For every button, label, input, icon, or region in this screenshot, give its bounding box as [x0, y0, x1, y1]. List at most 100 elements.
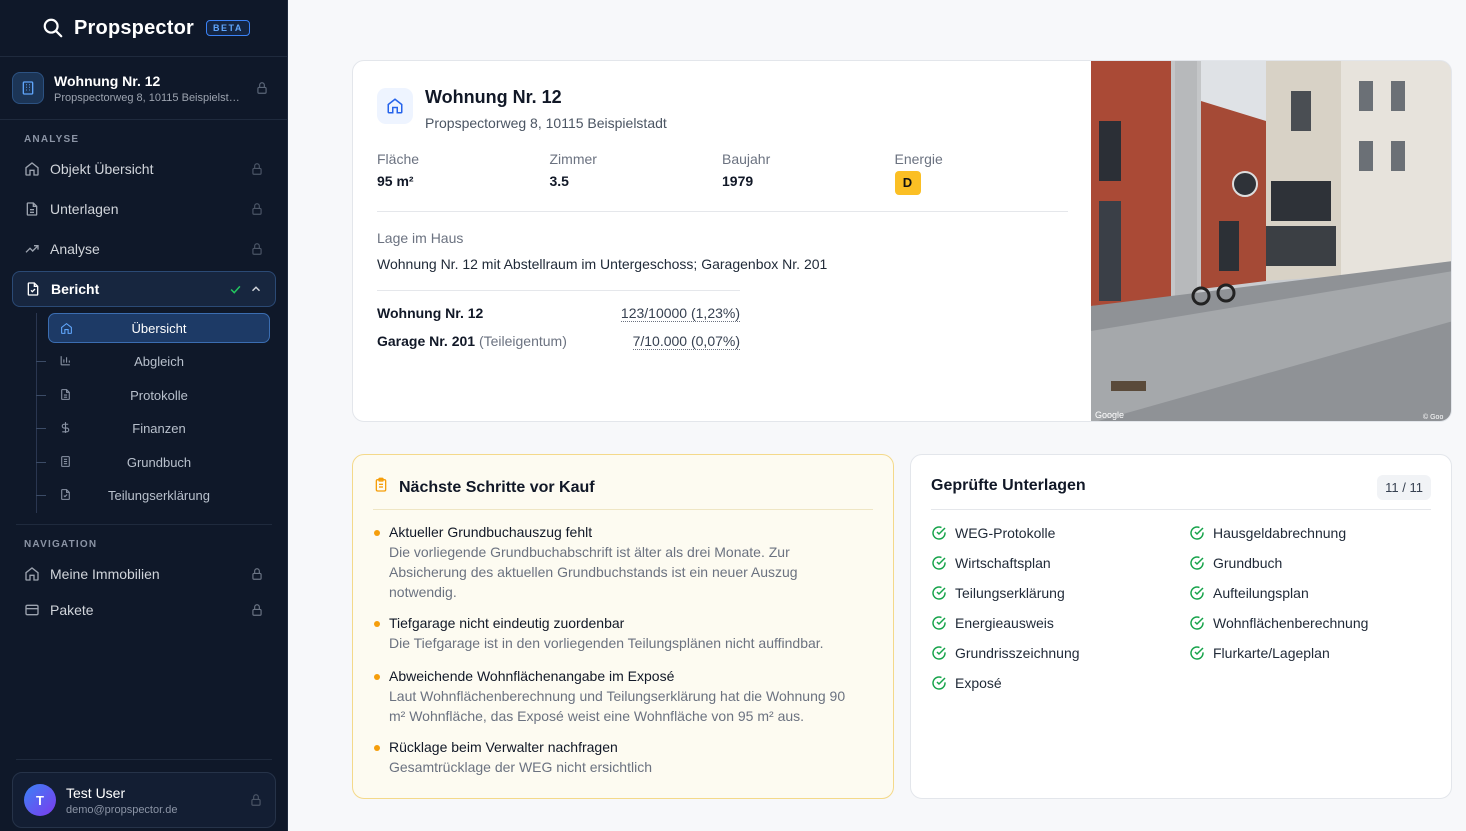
- energy-class-badge: D: [894, 171, 921, 195]
- report-icon: [27, 282, 39, 296]
- nav-item-label: Bericht: [51, 281, 100, 297]
- property-title: Wohnung Nr. 12: [54, 72, 161, 89]
- fact-flaeche: Fläche 95 m²: [377, 151, 550, 195]
- nav-item-objekt-uebersicht[interactable]: Objekt Übersicht: [12, 151, 276, 187]
- home-icon: [60, 322, 73, 338]
- document-item: Grundbuch: [1189, 555, 1282, 571]
- document-item: Energieausweis: [931, 615, 1054, 631]
- step-title: Rücklage beim Verwalter nachfragen: [389, 739, 618, 755]
- subnav-item-grundbuch[interactable]: Grundbuch: [48, 447, 270, 477]
- fact-value: 95 m²: [377, 173, 414, 189]
- check-circle-icon: [932, 526, 946, 540]
- nav-item-meine-immobilien[interactable]: Meine Immobilien: [12, 556, 276, 592]
- step-title: Tiefgarage nicht eindeutig zuordenbar: [389, 615, 625, 631]
- building-icon: [59, 455, 72, 471]
- document-item: Teilungserklärung: [931, 585, 1065, 601]
- section-label-analyse: ANALYSE: [24, 134, 80, 145]
- step-title: Aktueller Grundbuchauszug fehlt: [389, 524, 593, 540]
- fact-label: Baujahr: [722, 151, 771, 167]
- document-icon: [26, 202, 38, 216]
- fact-energie: Energie D: [894, 151, 1068, 195]
- next-steps-card: Nächste Schritte vor Kauf Aktueller Grun…: [352, 454, 894, 799]
- document-item: WEG-Protokolle: [931, 525, 1055, 541]
- nav-item-label: Unterlagen: [50, 201, 119, 217]
- step-description: Die Tiefgarage ist in den vorliegenden T…: [389, 635, 824, 651]
- street-view-photo[interactable]: Google © Goo: [1091, 61, 1452, 422]
- brand[interactable]: Propspector BETA: [0, 0, 287, 57]
- document-label: Grundbuch: [1213, 555, 1283, 571]
- lock-icon: [255, 81, 269, 95]
- home-icon: [377, 88, 413, 124]
- nav-item-pakete[interactable]: Pakete: [12, 592, 276, 628]
- divider: [931, 509, 1431, 510]
- building-icon: [12, 72, 44, 104]
- subnav-item-finanzen[interactable]: Finanzen: [48, 413, 270, 443]
- bullet: [374, 674, 380, 680]
- subnav-item-label: Grundbuch: [126, 454, 192, 470]
- overview-address: Propspectorweg 8, 10115 Beispielstadt: [425, 115, 667, 131]
- check-circle-icon: [932, 676, 946, 690]
- chevron-up-icon[interactable]: [249, 282, 263, 299]
- document-item: Aufteilungsplan: [1189, 585, 1309, 601]
- nav-item-analyse[interactable]: Analyse: [12, 231, 276, 267]
- divider: [373, 509, 873, 510]
- document-item: Grundrisszeichnung: [931, 645, 1080, 661]
- step-item: Tiefgarage nicht eindeutig zuordenbar Di…: [373, 615, 873, 653]
- nav-item-unterlagen[interactable]: Unterlagen: [12, 191, 276, 227]
- subnav-item-label: Protokolle: [130, 387, 188, 403]
- sidebar-divider: [16, 759, 272, 760]
- share-row: Garage Nr. 201 (Teileigentum) 7/10.000 (…: [377, 333, 740, 350]
- subnav-item-abgleich[interactable]: Abgleich: [48, 346, 270, 376]
- divider: [377, 211, 1068, 212]
- lage-label: Lage im Haus: [377, 230, 464, 246]
- document-icon: [59, 388, 72, 404]
- bar-chart-icon: [59, 354, 72, 370]
- fact-label: Fläche: [377, 151, 420, 167]
- bullet: [374, 621, 380, 627]
- fact-value: 1979: [722, 173, 754, 189]
- subnav-item-protokolle[interactable]: Protokolle: [48, 380, 270, 410]
- document-label: Energieausweis: [955, 615, 1054, 631]
- nav-item-label: Pakete: [50, 602, 94, 618]
- fact-label: Energie: [894, 151, 943, 167]
- document-label: Grundrisszeichnung: [955, 645, 1080, 661]
- document-label: Wirtschaftsplan: [955, 555, 1051, 571]
- nav-item-bericht[interactable]: Bericht: [12, 271, 276, 307]
- property-address: Propspectorweg 8, 10115 Beispielstadt: [54, 91, 242, 104]
- lock-icon: [249, 793, 263, 807]
- search-icon: [43, 18, 63, 38]
- documents-count-badge: 11 / 11: [1377, 475, 1431, 500]
- share-value[interactable]: 7/10.000 (0,07%): [632, 333, 740, 350]
- share-row: Wohnung Nr. 12 123/10000 (1,23%): [377, 305, 740, 322]
- document-label: Exposé: [955, 675, 1002, 691]
- subnav-item-label: Übersicht: [131, 320, 187, 336]
- property-switcher[interactable]: Wohnung Nr. 12 Propspectorweg 8, 10115 B…: [0, 57, 287, 120]
- file-check-icon: [59, 488, 72, 504]
- subnav-tick: [36, 495, 46, 496]
- check-circle-icon: [932, 586, 946, 600]
- fact-baujahr: Baujahr 1979: [722, 151, 895, 195]
- check-circle-icon: [932, 556, 946, 570]
- share-note: (Teileigentum): [478, 333, 567, 349]
- document-label: Teilungserklärung: [955, 585, 1065, 601]
- overview-title: Wohnung Nr. 12: [425, 87, 562, 107]
- share-name: Wohnung Nr. 12: [377, 305, 484, 321]
- divider: [377, 290, 740, 291]
- trend-icon: [25, 245, 39, 253]
- step-item: Rücklage beim Verwalter nachfragen Gesam…: [373, 739, 873, 777]
- step-description: Die vorliegende Grundbuchabschrift ist ä…: [389, 544, 798, 600]
- check-circle-icon: [932, 616, 946, 630]
- subnav-tree-line: [36, 313, 37, 513]
- user-menu[interactable]: T Test User demo@propspector.de: [12, 772, 276, 828]
- document-label: Wohnflächenberechnung: [1213, 615, 1369, 631]
- subnav-item-teilungserklaerung[interactable]: Teilungserklärung: [48, 480, 270, 510]
- section-label-navigation: NAVIGATION: [24, 539, 98, 550]
- document-label: Hausgeldabrechnung: [1213, 525, 1347, 541]
- fact-label: Zimmer: [549, 151, 597, 167]
- lock-icon: [250, 603, 264, 617]
- subnav-item-label: Abgleich: [134, 353, 184, 369]
- share-value[interactable]: 123/10000 (1,23%): [620, 305, 740, 322]
- subnav-item-uebersicht[interactable]: Übersicht: [48, 313, 270, 343]
- brand-name: Propspector: [74, 16, 195, 39]
- card-icon: [25, 604, 39, 616]
